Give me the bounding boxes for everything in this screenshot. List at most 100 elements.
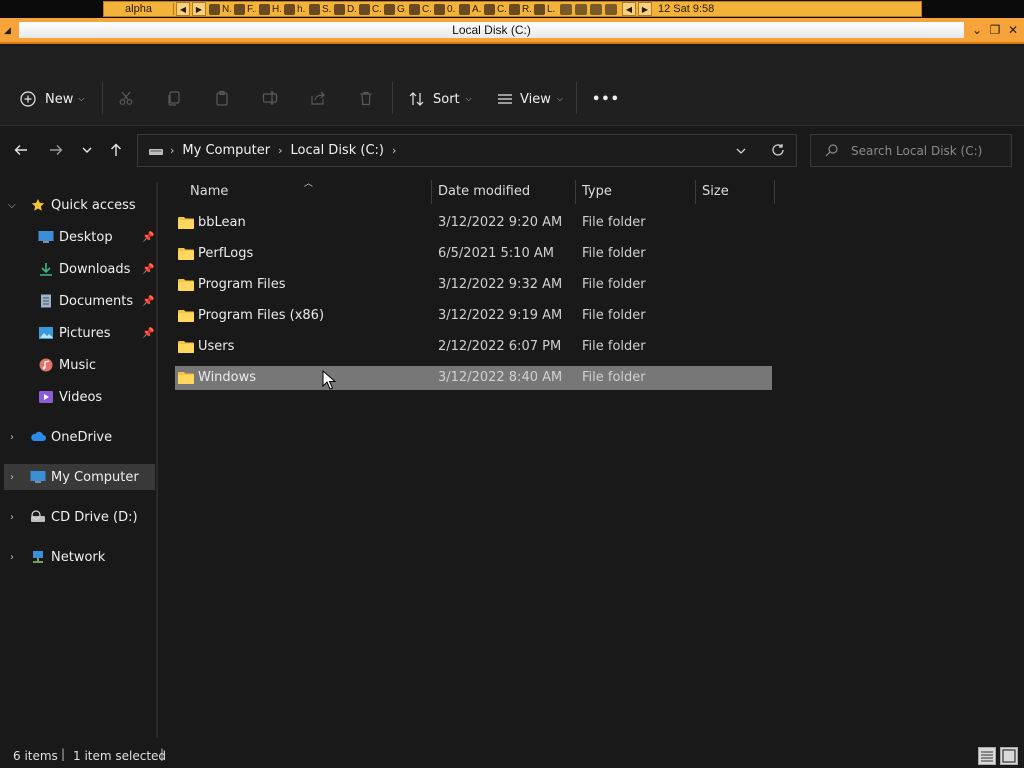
tray-icon[interactable] [560, 3, 572, 15]
task-button[interactable]: G... [383, 2, 406, 16]
task-button[interactable]: F... [233, 2, 256, 16]
delete-icon[interactable] [356, 88, 376, 108]
maximize-icon[interactable]: ❐ [987, 22, 1003, 38]
refresh-button[interactable] [771, 143, 785, 161]
task-button[interactable]: N.. [208, 2, 231, 16]
search-box[interactable]: Search Local Disk (C:) [810, 134, 1012, 167]
sidebar-item-downloads[interactable]: Downloads 📌 [0, 256, 156, 282]
details-view-button[interactable] [978, 747, 996, 765]
rename-icon[interactable] [260, 88, 280, 108]
window-menu-icon[interactable]: ◢ [4, 26, 11, 36]
app-icon [284, 3, 295, 15]
search-input[interactable]: Search Local Disk (C:) [851, 144, 982, 158]
column-divider[interactable] [575, 180, 576, 204]
up-button[interactable] [105, 140, 127, 160]
clock[interactable]: 12 Sat 9:58 [658, 3, 714, 15]
column-divider[interactable] [695, 180, 696, 204]
address-history-button[interactable] [735, 145, 747, 161]
pin-icon[interactable]: 📌 [142, 296, 154, 307]
more-options-button[interactable]: ••• [592, 88, 620, 110]
sidebar-item-quick-access[interactable]: ⌵ Quick access [0, 192, 156, 218]
task-button[interactable]: h... [283, 2, 306, 16]
next-workspace-button[interactable]: ▶ [192, 2, 206, 16]
sidebar-item-documents[interactable]: Documents 📌 [0, 288, 156, 314]
sidebar-item-videos[interactable]: Videos [0, 384, 156, 410]
breadcrumb-my-computer[interactable]: My Computer [182, 143, 270, 158]
sidebar-item-pictures[interactable]: Pictures 📌 [0, 320, 156, 346]
sort-button[interactable]: Sort ⌵ [408, 88, 472, 110]
task-button[interactable]: S... [308, 2, 331, 16]
pin-icon[interactable]: 📌 [142, 328, 154, 339]
volume-icon[interactable] [605, 3, 617, 15]
new-button[interactable]: New ⌵ [20, 88, 84, 110]
task-button[interactable]: H... [258, 2, 281, 16]
task-button[interactable]: C... [358, 2, 381, 16]
task-button[interactable]: C... [408, 2, 431, 16]
column-divider[interactable] [774, 180, 775, 204]
column-divider[interactable] [431, 180, 432, 204]
large-icons-view-button[interactable] [1000, 747, 1018, 765]
task-button[interactable]: D... [333, 2, 356, 16]
cut-icon[interactable] [116, 88, 136, 108]
file-type: File folder [582, 370, 646, 385]
chevron-down-icon[interactable]: ⌵ [8, 200, 16, 211]
workspace-label[interactable]: alpha [104, 3, 174, 15]
folder-icon [178, 310, 194, 322]
address-bar[interactable]: › My Computer › Local Disk (C:) › [137, 134, 797, 167]
file-date: 3/12/2022 9:20 AM [438, 215, 563, 230]
copy-icon[interactable] [164, 88, 184, 108]
breadcrumb-local-disk[interactable]: Local Disk (C:) [290, 143, 383, 158]
task-button[interactable]: 0... [433, 2, 456, 16]
minimize-icon[interactable]: ⌄ [969, 22, 985, 38]
pin-icon[interactable]: 📌 [142, 232, 154, 243]
file-type: File folder [582, 246, 646, 261]
chevron-right-icon[interactable]: › [10, 432, 14, 443]
view-button[interactable]: View ⌵ [496, 88, 563, 110]
pin-icon[interactable]: 📌 [142, 264, 154, 275]
tray-prev-button[interactable]: ◀ [622, 2, 636, 16]
share-icon[interactable] [308, 88, 328, 108]
column-header-name[interactable]: Name [190, 184, 228, 199]
chevron-right-icon[interactable]: › [392, 144, 396, 157]
forward-button[interactable] [45, 140, 67, 160]
chevron-right-icon[interactable]: › [10, 472, 14, 483]
file-row[interactable]: Program Files 3/12/2022 9:32 AM File fol… [175, 273, 772, 297]
refresh-icon [772, 144, 784, 156]
tray-next-button[interactable]: ▶ [638, 2, 652, 16]
sidebar-item-desktop[interactable]: Desktop 📌 [0, 224, 156, 250]
sort-ascending-icon: ︿ [304, 179, 314, 189]
chevron-right-icon[interactable]: › [10, 512, 14, 523]
sidebar-item-my-computer[interactable]: › My Computer [4, 464, 155, 490]
task-button[interactable]: C... [483, 2, 506, 16]
back-button[interactable] [10, 140, 32, 160]
file-row[interactable]: Users 2/12/2022 6:07 PM File folder [175, 335, 772, 359]
file-row[interactable]: bbLean 3/12/2022 9:20 AM File folder [175, 211, 772, 235]
tray-icon[interactable] [575, 3, 587, 15]
column-header-type[interactable]: Type [582, 184, 612, 199]
chevron-right-icon[interactable]: › [10, 552, 14, 563]
task-button[interactable]: A... [458, 2, 481, 16]
file-name: Program Files (x86) [198, 308, 325, 323]
file-row[interactable]: PerfLogs 6/5/2021 5:10 AM File folder [175, 242, 772, 266]
task-button[interactable]: R... [508, 2, 531, 16]
sidebar-item-music[interactable]: Music [0, 352, 156, 378]
recent-locations-button[interactable] [76, 140, 98, 160]
view-label: View [520, 91, 551, 107]
sidebar-item-network[interactable]: › Network [0, 544, 156, 570]
paste-icon[interactable] [212, 88, 232, 108]
folder-icon [178, 372, 194, 384]
command-bar [0, 46, 1024, 126]
file-row-selected[interactable]: Windows 3/12/2022 8:40 AM File folder [175, 366, 772, 390]
sidebar-item-cd-drive[interactable]: › CD Drive (D:) [0, 504, 156, 530]
tray-icon[interactable] [590, 3, 602, 15]
task-button[interactable]: L... [533, 2, 556, 16]
star-icon [31, 198, 45, 211]
sidebar-item-onedrive[interactable]: › OneDrive [0, 424, 156, 450]
column-header-date[interactable]: Date modified [438, 184, 530, 199]
prev-workspace-button[interactable]: ◀ [176, 2, 190, 16]
app-icon [509, 3, 520, 15]
close-icon[interactable]: ✕ [1005, 22, 1021, 38]
title-bar[interactable]: ◢ Local Disk (C:) ⌄ ❐ ✕ [0, 18, 1024, 44]
file-row[interactable]: Program Files (x86) 3/12/2022 9:19 AM Fi… [175, 304, 772, 328]
column-header-size[interactable]: Size [702, 184, 729, 199]
